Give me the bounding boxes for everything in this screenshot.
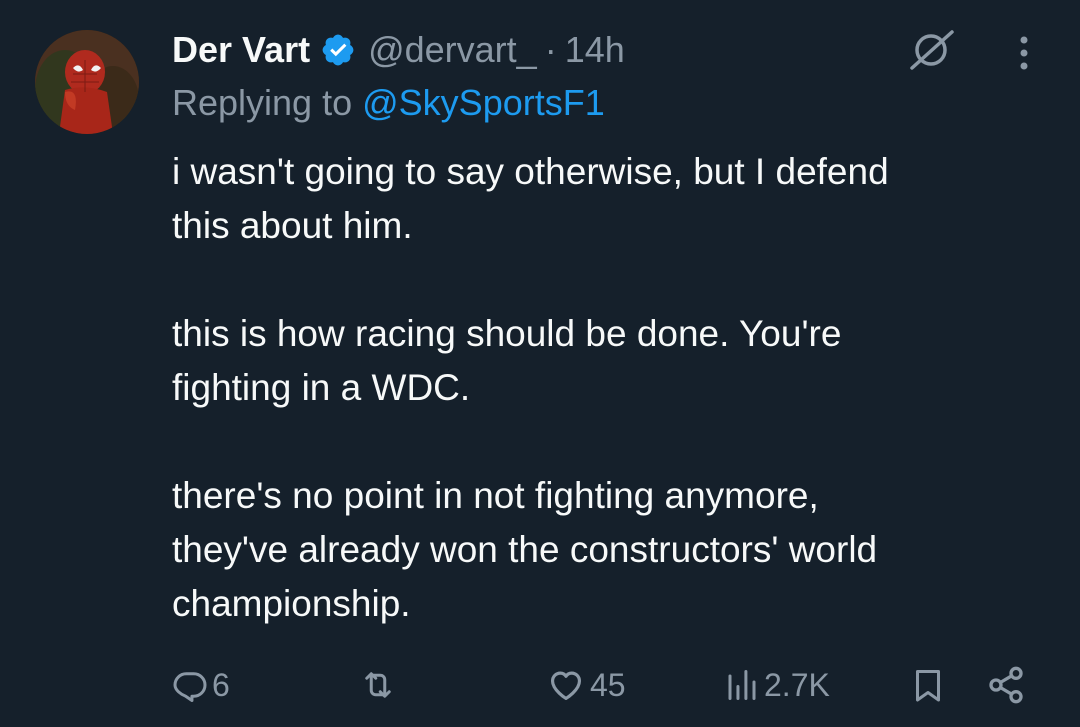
reply-count: 6 [212, 666, 230, 703]
retweet-button[interactable] [358, 660, 402, 710]
bookmark-button[interactable] [910, 660, 946, 710]
tweet-header: Der Vart @dervart_ · 14h [172, 28, 625, 72]
tweet-text-line: there's no point in not fighting anymore… [172, 475, 819, 516]
tweet-text-line: i wasn't going to say otherwise, but I d… [172, 151, 889, 192]
views-button[interactable]: 2.7K [724, 660, 830, 710]
verified-badge-icon [320, 32, 356, 68]
like-button[interactable]: 45 [546, 660, 626, 710]
reply-icon [173, 672, 207, 702]
more-vertical-icon[interactable] [1008, 34, 1040, 74]
reply-button[interactable]: 6 [172, 660, 230, 710]
tweet-text-line: this about him. [172, 205, 413, 246]
display-name[interactable]: Der Vart [172, 29, 310, 71]
avatar[interactable] [35, 30, 139, 134]
tweet-body: i wasn't going to say otherwise, but I d… [172, 145, 1012, 631]
grok-icon[interactable] [906, 26, 956, 74]
timestamp[interactable]: 14h [565, 29, 625, 71]
replying-to-mention[interactable]: @SkySportsF1 [362, 82, 605, 123]
bookmark-icon [916, 670, 940, 702]
tweet-text-line: championship. [172, 583, 411, 624]
heart-icon [550, 671, 582, 701]
view-count: 2.7K [764, 666, 830, 703]
retweet-icon [365, 672, 391, 698]
tweet-text-line: this is how racing should be done. You'r… [172, 313, 842, 354]
action-bar: 6 45 2.7K [0, 660, 1080, 710]
avatar-image [35, 30, 139, 134]
user-handle[interactable]: @dervart_ [368, 29, 537, 71]
like-count: 45 [590, 666, 626, 703]
share-icon [989, 666, 1023, 704]
separator-dot: · [544, 29, 557, 70]
views-chart-icon [728, 670, 756, 700]
share-button[interactable] [986, 660, 1026, 710]
replying-to: Replying to @SkySportsF1 [172, 82, 605, 124]
tweet-text-line: fighting in a WDC. [172, 367, 471, 408]
tweet[interactable]: Der Vart @dervart_ · 14h Replying to @Sk… [0, 0, 1080, 727]
tweet-text-line: they've already won the constructors' wo… [172, 529, 878, 570]
replying-prefix: Replying to [172, 82, 353, 123]
